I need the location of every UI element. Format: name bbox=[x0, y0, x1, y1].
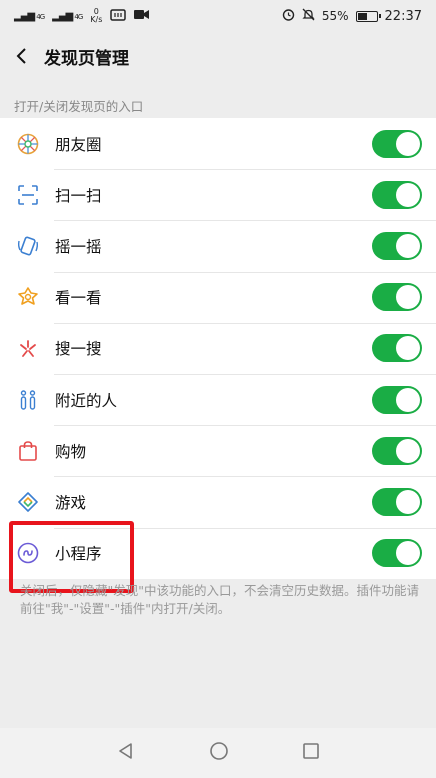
toggle-switch[interactable] bbox=[372, 487, 422, 516]
nav-home-button[interactable] bbox=[209, 741, 229, 765]
status-bar: ▂▄▆ 4G ▂▄▆ 4G 0 K/s 55% 22:37 bbox=[0, 0, 436, 32]
toggle-switch[interactable] bbox=[372, 385, 422, 414]
discover-entry-list: 朋友圈 扫一扫 摇一摇 看一看 搜一搜 附近的人 购物 游戏 小程序 bbox=[0, 118, 436, 579]
item-label: 摇一摇 bbox=[55, 237, 102, 256]
list-item-people-nearby: 附近的人 bbox=[0, 373, 436, 425]
item-label: 扫一扫 bbox=[55, 186, 102, 205]
square-recents-icon bbox=[302, 743, 319, 759]
item-label: 附近的人 bbox=[55, 391, 118, 410]
item-label: 看一看 bbox=[55, 289, 102, 308]
signal-2-icon: ▂▄▆ 4G bbox=[52, 10, 83, 22]
header: 发现页管理 bbox=[0, 32, 436, 80]
footer-note: 关闭后，仅隐藏"发现"中该功能的入口，不会清空历史数据。插件功能请前往"我"-"… bbox=[20, 583, 420, 616]
list-item-scan: 扫一扫 bbox=[0, 169, 436, 220]
chevron-left-icon bbox=[16, 48, 26, 64]
toggle-switch[interactable] bbox=[372, 436, 422, 465]
top-stories-icon bbox=[15, 284, 41, 310]
list-item-moments: 朋友圈 bbox=[0, 118, 436, 169]
toggle-switch[interactable] bbox=[372, 283, 422, 312]
video-icon bbox=[134, 9, 150, 23]
item-label: 购物 bbox=[55, 442, 87, 461]
clock: 22:37 bbox=[384, 8, 422, 24]
toggle-switch[interactable] bbox=[372, 334, 422, 363]
scan-icon bbox=[15, 182, 41, 208]
toggle-switch[interactable] bbox=[372, 231, 422, 260]
toggle-switch[interactable] bbox=[372, 180, 422, 209]
list-item-top-stories: 看一看 bbox=[0, 271, 436, 323]
nfc-icon bbox=[110, 8, 127, 24]
triangle-back-icon bbox=[119, 743, 133, 759]
list-item-shopping: 购物 bbox=[0, 425, 436, 476]
list-item-games: 游戏 bbox=[0, 476, 436, 527]
shopping-bag-icon bbox=[15, 438, 41, 464]
search-icon bbox=[15, 335, 41, 361]
moments-icon bbox=[15, 131, 41, 157]
games-icon bbox=[15, 489, 41, 515]
list-item-search: 搜一搜 bbox=[0, 322, 436, 374]
toggle-switch[interactable] bbox=[372, 539, 422, 568]
list-item-shake: 摇一摇 bbox=[0, 220, 436, 271]
toggle-switch[interactable] bbox=[372, 129, 422, 158]
battery-icon bbox=[355, 10, 381, 22]
mute-icon bbox=[302, 8, 315, 24]
signal-1-icon: ▂▄▆ 4G bbox=[14, 10, 45, 22]
shake-icon bbox=[15, 233, 41, 259]
back-button[interactable] bbox=[2, 32, 42, 80]
circle-home-icon bbox=[210, 742, 228, 760]
people-nearby-icon bbox=[15, 387, 41, 413]
page-title: 发现页管理 bbox=[44, 48, 129, 69]
nav-back-button[interactable] bbox=[116, 741, 136, 765]
section-label: 打开/关闭发现页的入口 bbox=[14, 99, 144, 114]
alarm-icon bbox=[282, 8, 295, 24]
navigation-bar bbox=[0, 728, 436, 778]
battery-percent: 55% bbox=[321, 9, 349, 23]
nav-recents-button[interactable] bbox=[302, 742, 320, 764]
item-label: 搜一搜 bbox=[55, 340, 102, 359]
item-label: 朋友圈 bbox=[55, 135, 102, 154]
item-label: 游戏 bbox=[55, 493, 87, 512]
net-speed: 0 K/s bbox=[90, 7, 103, 24]
